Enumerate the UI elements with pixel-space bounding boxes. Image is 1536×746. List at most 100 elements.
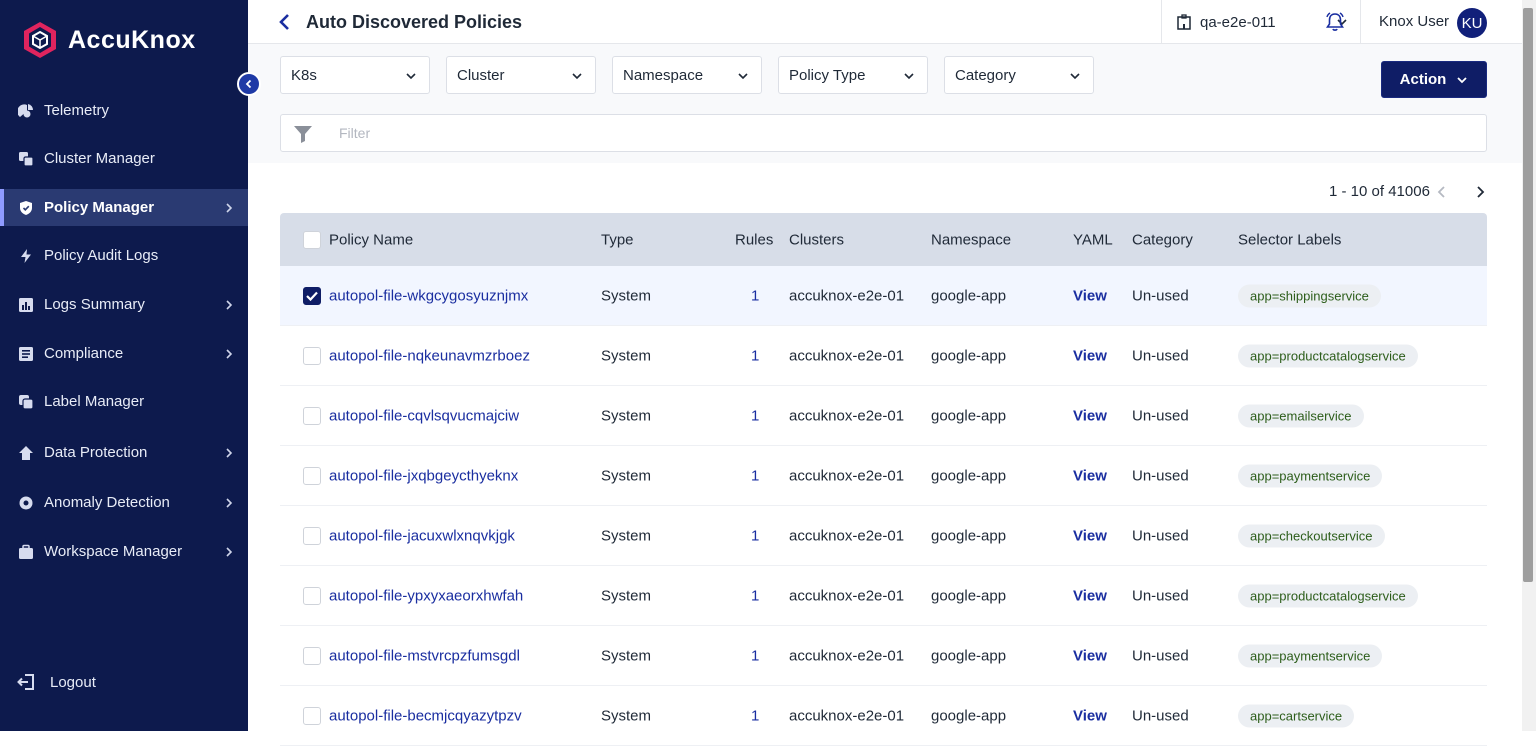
column-header-type[interactable]: Type [601,231,634,248]
table-row[interactable]: autopol-file-jxqbgeycthyeknx System 1 accuk… [280,446,1487,506]
rules-count[interactable]: 1 [751,287,759,304]
yaml-view-link[interactable]: View [1073,647,1107,664]
avatar[interactable]: KU [1457,8,1487,38]
sidebar-item-anomaly-detection[interactable]: Anomaly Detection [0,484,248,521]
sidebar-item-policy-audit-logs[interactable]: Policy Audit Logs [0,237,248,274]
policy-type-select[interactable]: Policy Type [778,56,928,94]
rules-count[interactable]: 1 [751,587,759,604]
table-row[interactable]: autopol-file-jacuxwlxnqvkjgk System 1 accuk… [280,506,1487,566]
sidebar-item-telemetry[interactable]: Telemetry [0,92,248,129]
bell-icon[interactable] [1324,11,1346,33]
row-checkbox[interactable] [303,706,321,725]
row-checkbox[interactable] [303,526,321,545]
table-row[interactable]: autopol-file-ypxyxaeorxhwfah System 1 accuk… [280,566,1487,626]
category-value: Un-used [1132,287,1189,304]
policy-name-link[interactable]: autopol-file-wkgcygosyuznjmx [329,287,528,304]
yaml-view-link[interactable]: View [1073,587,1107,604]
policy-name-link[interactable]: autopol-file-jacuxwlxnqvkjgk [329,527,515,544]
filter-input[interactable] [339,115,1439,151]
cluster-select[interactable]: Cluster [446,56,596,94]
sidebar-item-cluster-manager[interactable]: Cluster Manager [0,140,248,177]
select-all-checkbox[interactable] [303,230,321,249]
rules-count[interactable]: 1 [751,347,759,364]
chevron-right-icon [226,299,233,310]
yaml-view-link[interactable]: View [1073,407,1107,424]
list-icon [17,345,35,363]
yaml-view-link[interactable]: View [1073,347,1107,364]
row-checkbox[interactable] [303,406,321,425]
table-row[interactable]: autopol-file-nqkeunavmzrboez System 1 accuk… [280,326,1487,386]
category-value: Un-used [1132,587,1189,604]
sidebar-item-workspace-manager[interactable]: Workspace Manager [0,533,248,570]
user-name[interactable]: Knox User [1379,13,1449,30]
rules-count[interactable]: 1 [751,467,759,484]
yaml-view-link[interactable]: View [1073,287,1107,304]
scrollbar[interactable] [1522,0,1536,731]
category-value: Un-used [1132,407,1189,424]
scrollbar-thumb[interactable] [1523,8,1533,582]
row-checkbox[interactable] [303,646,321,665]
table-row[interactable]: autopol-file-becmjcqyazytpzv System 1 accuk… [280,686,1487,746]
table-row[interactable]: autopol-file-mstvrcpzfumsgdl System 1 accuk… [280,626,1487,686]
cluster-icon [17,150,35,168]
cluster-name: accuknox-e2e-01 [789,527,905,544]
yaml-view-link[interactable]: View [1073,707,1107,724]
row-checkbox[interactable] [303,466,321,485]
selector-label-tag: app=cartservice [1238,704,1355,727]
policy-name-link[interactable]: autopol-file-becmjcqyazytpzv [329,707,522,724]
yaml-view-link[interactable]: View [1073,527,1107,544]
sidebar-item-data-protection[interactable]: Data Protection [0,434,248,471]
logout-button[interactable]: Logout [17,672,96,692]
rules-count[interactable]: 1 [751,707,759,724]
column-header-rules[interactable]: Rules [735,231,773,248]
k8s-select[interactable]: K8s [280,56,430,94]
accuknox-logo-icon [24,22,56,58]
column-header-policy-name[interactable]: Policy Name [329,231,413,248]
chevron-right-icon [226,348,233,359]
policy-name-link[interactable]: autopol-file-ypxyxaeorxhwfah [329,587,523,604]
cluster-name: accuknox-e2e-01 [789,587,905,604]
policy-name-link[interactable]: autopol-file-nqkeunavmzrboez [329,347,530,364]
rules-count[interactable]: 1 [751,527,759,544]
cluster-name: accuknox-e2e-01 [789,467,905,484]
column-header-category[interactable]: Category [1132,231,1193,248]
sidebar-item-compliance[interactable]: Compliance [0,335,248,372]
chevron-left-icon[interactable] [1435,184,1449,200]
sidebar-nav: Telemetry Cluster Manager Policy Manager… [0,92,248,570]
sidebar-item-logs-summary[interactable]: Logs Summary [0,286,248,323]
selector-label-tag: app=paymentservice [1238,644,1383,667]
logout-icon [17,674,34,690]
collapse-sidebar-button[interactable] [237,72,261,96]
cluster-name: accuknox-e2e-01 [789,347,905,364]
workspace-name: qa-e2e-011 [1200,13,1276,31]
column-header-clusters[interactable]: Clusters [789,231,844,248]
namespace-name: google-app [931,587,1007,604]
namespace-select[interactable]: Namespace [612,56,762,94]
chevron-right-icon[interactable] [1474,184,1488,200]
namespace-name: google-app [931,287,1007,304]
sidebar-item-policy-manager[interactable]: Policy Manager [0,189,248,226]
category-select[interactable]: Category [944,56,1094,94]
policy-type: System [601,707,652,724]
rules-count[interactable]: 1 [751,647,759,664]
action-button[interactable]: Action [1381,61,1487,98]
row-checkbox[interactable] [303,286,321,305]
column-header-selector-labels[interactable]: Selector Labels [1238,231,1341,248]
policy-name-link[interactable]: autopol-file-jxqbgeycthyeknx [329,467,518,484]
column-header-yaml[interactable]: YAML [1073,231,1113,248]
brand-logo[interactable]: AccuKnox [20,20,196,60]
select-value: Policy Type [789,67,866,84]
sidebar-item-label: Telemetry [44,102,110,119]
back-arrow-icon[interactable] [278,13,292,31]
sidebar-item-label-manager[interactable]: Label Manager [0,383,248,420]
column-header-namespace[interactable]: Namespace [931,231,1011,248]
row-checkbox[interactable] [303,346,321,365]
table-row[interactable]: autopol-file-wkgcygosyuznjmx System 1 accuk… [280,266,1487,326]
row-checkbox[interactable] [303,586,321,605]
table-row[interactable]: autopol-file-cqvlsqvucmajciw System 1 accuk… [280,386,1487,446]
policy-name-link[interactable]: autopol-file-mstvrcpzfumsgdl [329,647,520,664]
policy-name-link[interactable]: autopol-file-cqvlsqvucmajciw [329,407,519,424]
rules-count[interactable]: 1 [751,407,759,424]
sidebar-item-label: Workspace Manager [44,543,183,560]
yaml-view-link[interactable]: View [1073,467,1107,484]
